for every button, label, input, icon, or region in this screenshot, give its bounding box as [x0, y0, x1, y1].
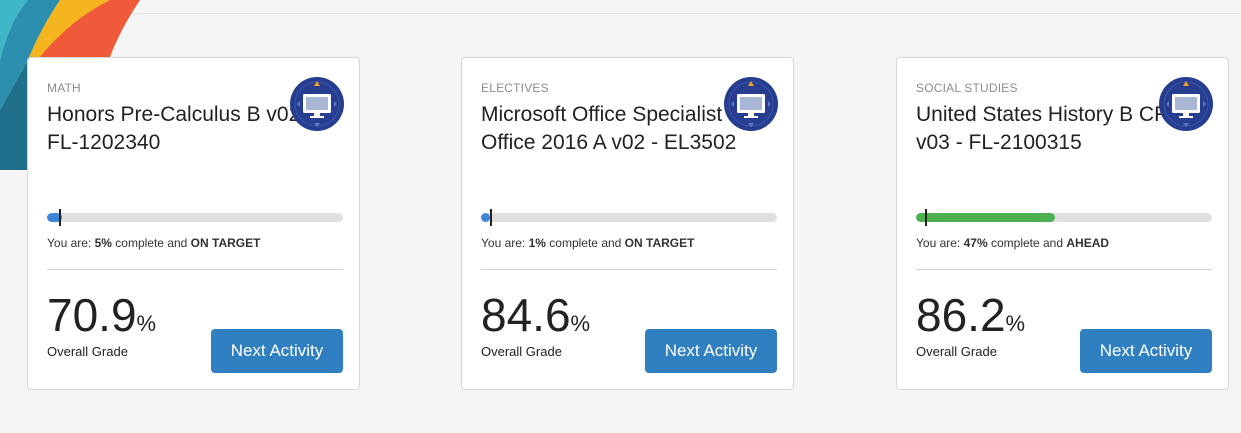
progress-status: You are: 5% complete and ON TARGET	[47, 236, 260, 250]
status-word: ON TARGET	[190, 236, 261, 250]
grade-percent-sign: %	[570, 311, 591, 336]
card-divider	[916, 269, 1212, 270]
status-prefix: You are:	[481, 236, 529, 250]
target-marker	[58, 209, 61, 226]
grade-number: 84.6	[481, 289, 571, 341]
status-mid: complete and	[545, 236, 625, 250]
progress-status: You are: 47% complete and AHEAD	[916, 236, 1109, 250]
next-activity-button[interactable]: Next Activity	[645, 329, 777, 373]
overall-grade-label: Overall Grade	[916, 344, 997, 359]
progress-bar	[47, 213, 343, 222]
status-percent: 1%	[528, 236, 546, 250]
status-mid: complete and	[111, 236, 191, 250]
overall-grade-label: Overall Grade	[481, 344, 562, 359]
progress-fill	[481, 213, 490, 222]
course-card-1: MATH Honors Pre-Calculus B v02 - FL-1202…	[27, 57, 360, 390]
target-marker	[489, 209, 492, 226]
progress-bar	[481, 213, 777, 222]
overall-grade-value: 84.6%	[481, 292, 590, 347]
course-card-2: ELECTIVES Microsoft Office Specialist - …	[461, 57, 794, 390]
computer-screen-icon	[724, 77, 778, 131]
card-divider	[481, 269, 777, 270]
next-activity-button[interactable]: Next Activity	[211, 329, 343, 373]
overall-grade-value: 86.2%	[916, 292, 1025, 347]
grade-number: 70.9	[47, 289, 137, 341]
header-divider	[0, 13, 1241, 14]
progress-status: You are: 1% complete and ON TARGET	[481, 236, 694, 250]
next-activity-button[interactable]: Next Activity	[1080, 329, 1212, 373]
computer-screen-icon	[1159, 77, 1213, 131]
overall-grade-label: Overall Grade	[47, 344, 128, 359]
status-prefix: You are:	[916, 236, 964, 250]
card-divider	[47, 269, 343, 270]
course-title[interactable]: Microsoft Office Specialist - Office 201…	[481, 101, 753, 157]
computer-screen-icon	[290, 77, 344, 131]
status-percent: 47%	[963, 236, 988, 250]
status-percent: 5%	[94, 236, 112, 250]
course-subject: SOCIAL STUDIES	[916, 81, 1018, 95]
course-title[interactable]: United States History B CR v03 - FL-2100…	[916, 101, 1188, 157]
course-card-3: SOCIAL STUDIES United States History B C…	[896, 57, 1229, 390]
target-marker	[924, 209, 927, 226]
grade-number: 86.2	[916, 289, 1006, 341]
progress-bar	[916, 213, 1212, 222]
overall-grade-value: 70.9%	[47, 292, 156, 347]
grade-percent-sign: %	[136, 311, 157, 336]
course-subject: MATH	[47, 81, 81, 95]
status-mid: complete and	[987, 236, 1067, 250]
course-subject: ELECTIVES	[481, 81, 549, 95]
status-prefix: You are:	[47, 236, 95, 250]
grade-percent-sign: %	[1005, 311, 1026, 336]
course-title[interactable]: Honors Pre-Calculus B v02 - FL-1202340	[47, 101, 319, 157]
status-word: ON TARGET	[624, 236, 695, 250]
status-word: AHEAD	[1066, 236, 1110, 250]
progress-fill	[916, 213, 1056, 222]
